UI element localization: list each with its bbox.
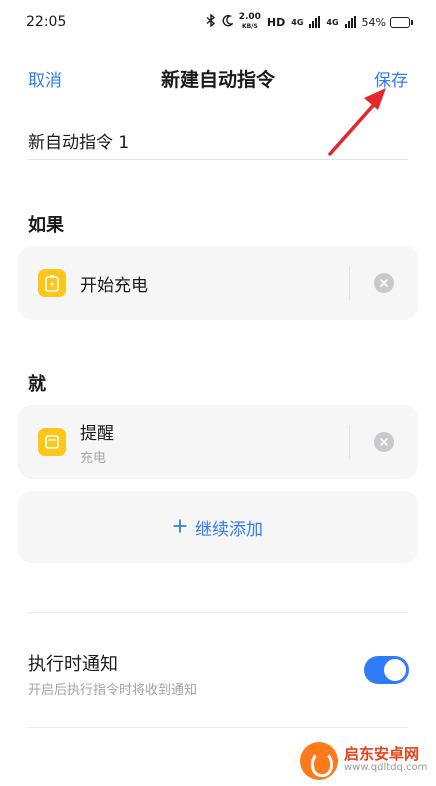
cancel-button[interactable]: 取消 — [28, 66, 62, 91]
then-section-label: 就 — [28, 374, 46, 395]
moon-icon — [222, 14, 234, 30]
toggle-knob — [384, 659, 406, 681]
notify-setting-description: 开启后执行指令时将收到通知 — [28, 683, 198, 698]
signal-icon-1 — [309, 16, 321, 28]
hd-label: HD — [266, 15, 286, 29]
continue-add-label: 继续添加 — [195, 519, 263, 540]
page-title: 新建自动指令 — [160, 68, 275, 91]
speed-unit: KB/S — [241, 23, 258, 30]
watermark: 启东安卓网 www.qdltdq.com — [300, 742, 427, 780]
plus-icon — [173, 516, 187, 538]
section-divider — [28, 612, 408, 613]
battery-icon — [390, 16, 413, 28]
nav-header: 取消 新建自动指令 保存 — [0, 56, 436, 100]
charging-icon — [38, 269, 66, 297]
reminder-icon — [38, 428, 66, 456]
then-action-row[interactable]: 提醒 充电 — [18, 405, 418, 479]
notify-toggle[interactable] — [364, 656, 409, 684]
if-condition-card[interactable]: 开始充电 — [18, 246, 418, 320]
instruction-name-input[interactable] — [28, 122, 408, 158]
if-condition-title: 开始充电 — [80, 275, 148, 296]
then-action-card[interactable]: 提醒 充电 — [18, 405, 418, 479]
status-bar: 22:05 2.00 KB/S HD 4G 4G 54% — [0, 0, 436, 44]
continue-add-button[interactable]: 继续添加 — [18, 491, 418, 563]
row-divider — [349, 266, 350, 300]
section-divider — [28, 727, 408, 728]
status-icons: 2.00 KB/S HD 4G 4G 54% — [206, 13, 413, 31]
network-label-2: 4G — [326, 17, 339, 27]
watermark-text: 启东安卓网 www.qdltdq.com — [344, 747, 427, 775]
speed-value: 2.00 — [238, 12, 261, 22]
remove-then-action-button[interactable] — [374, 432, 394, 452]
row-divider — [349, 425, 350, 459]
battery: 54% — [361, 15, 413, 29]
then-action-text: 提醒 充电 — [80, 419, 114, 466]
then-action-subtitle: 充电 — [80, 450, 107, 466]
signal-icon-2 — [344, 16, 356, 28]
if-condition-row[interactable]: 开始充电 — [18, 246, 418, 320]
watermark-logo-icon — [300, 742, 338, 780]
instruction-name-field — [28, 122, 408, 160]
watermark-name: 启东安卓网 — [344, 745, 420, 763]
save-button[interactable]: 保存 — [374, 66, 408, 91]
then-action-title: 提醒 — [80, 423, 114, 444]
bluetooth-icon — [206, 13, 216, 30]
remove-if-condition-button[interactable] — [374, 273, 394, 293]
battery-percent: 54% — [361, 15, 386, 29]
watermark-url: www.qdltdq.com — [344, 762, 428, 773]
if-section-label: 如果 — [28, 215, 64, 236]
network-speed: 2.00 KB/S — [239, 13, 261, 31]
notify-setting-title: 执行时通知 — [28, 654, 118, 675]
status-time: 22:05 — [26, 14, 67, 30]
if-condition-text: 开始充电 — [80, 271, 148, 296]
network-label-1: 4G — [291, 17, 304, 27]
